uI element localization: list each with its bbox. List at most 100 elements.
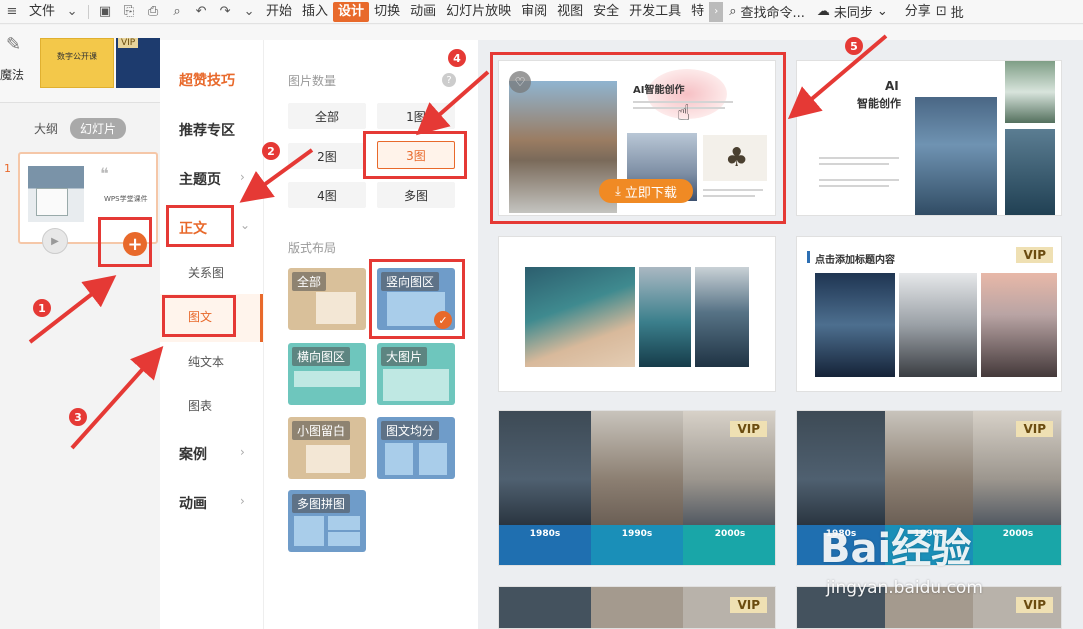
timeline-segment: 1980s xyxy=(499,525,591,565)
selected-indicator xyxy=(260,294,263,342)
file-menu[interactable]: 文件 xyxy=(24,0,60,23)
annotation-number: 2 xyxy=(262,142,280,160)
redo-icon[interactable]: ↷ xyxy=(216,3,234,21)
cloud-icon: ☁ xyxy=(816,4,830,19)
tab-security[interactable]: 安全 xyxy=(588,0,624,23)
highlight-box-image-text xyxy=(162,295,236,337)
theme-thumbnail-2[interactable]: VIP xyxy=(116,38,160,88)
layout-small-whitespace-label: 小图留白 xyxy=(292,421,351,440)
count-4[interactable]: 4图 xyxy=(288,182,366,208)
command-search[interactable]: ⌕ 查找命令... xyxy=(729,2,805,21)
template-card-timeline[interactable]: VIP 1980s 1990s 2000s xyxy=(498,410,776,566)
template-title: 点击添加标题内容 xyxy=(815,255,895,266)
play-icon[interactable]: ▶ xyxy=(42,228,68,254)
chevron-right-icon: › xyxy=(240,445,245,459)
category-cases[interactable]: 案例 xyxy=(179,444,207,464)
text-line xyxy=(819,185,889,187)
timeline-year: 2000s xyxy=(714,529,746,539)
help-icon[interactable]: ? xyxy=(442,73,456,87)
count-1[interactable]: 1图 xyxy=(377,103,455,129)
tab-design[interactable]: 设计 xyxy=(333,1,370,22)
share-button[interactable]: 分享 xyxy=(900,0,936,23)
menu-icon[interactable]: ≡ xyxy=(3,3,21,21)
timeline-segment: 2000s xyxy=(683,525,775,565)
tab-review[interactable]: 审阅 xyxy=(516,0,552,23)
layout-all[interactable]: 全部 xyxy=(288,268,366,330)
tab-start[interactable]: 开始 xyxy=(261,0,297,23)
slides-pane: 大纲 幻灯片 1 ❝ WPS学堂课件 ▶ + xyxy=(0,104,160,629)
template-card-ocean[interactable] xyxy=(498,236,776,392)
magic-button[interactable]: ✎ 魔法 xyxy=(0,30,32,90)
batch-label: 批 xyxy=(950,6,964,21)
category-header: 超赞技巧 xyxy=(179,73,235,89)
timeline-year: 1980s xyxy=(529,529,561,539)
count-all[interactable]: 全部 xyxy=(288,103,366,129)
add-slide-button[interactable]: + xyxy=(123,232,147,256)
tab-special[interactable]: 特 xyxy=(686,0,709,23)
image-count-heading: 图片数量 xyxy=(288,74,337,88)
customize-icon[interactable]: ⌄ xyxy=(240,3,258,21)
count-2[interactable]: 2图 xyxy=(288,143,366,169)
text-line xyxy=(819,157,899,159)
tab-slides[interactable]: 幻灯片 xyxy=(70,118,127,139)
filter-panel: 图片数量 ? 全部 1图 2图 3图 4图 多图 版式布局 全部 竖向图区 ✓ … xyxy=(264,40,478,629)
category-animation[interactable]: 动画 xyxy=(179,493,207,513)
layout-split[interactable]: 图文均分 xyxy=(377,417,455,479)
chevron-right-icon: › xyxy=(240,170,245,184)
template-title-line1: AI xyxy=(885,79,899,93)
baidu-watermark: Bai经验 xyxy=(820,526,972,572)
meeting-image xyxy=(591,587,683,628)
category-chart[interactable]: 图表 xyxy=(188,397,212,414)
sunset-peaks-image xyxy=(981,273,1057,377)
print-preview-icon[interactable]: ⌕ xyxy=(168,3,186,21)
layout-collage[interactable]: 多图拼图 xyxy=(288,490,366,552)
search-icon: ⌕ xyxy=(729,4,737,19)
annotation-number: 1 xyxy=(33,299,51,317)
theme-thumbnail-1[interactable]: 数字公开课 xyxy=(40,38,114,88)
template-grid: ♡ AI智能创作 ♣ ⤓ 立即下载 ☝ AI 智能创作 点击添加标题内容 VIP… xyxy=(478,40,1083,629)
chevron-down-icon: ⌄ xyxy=(876,4,888,19)
meeting-image xyxy=(591,411,683,525)
tab-developer[interactable]: 开发工具 xyxy=(624,0,686,23)
tab-view[interactable]: 视图 xyxy=(552,0,588,23)
timeline-segment: 2000s xyxy=(973,525,1061,565)
more-tabs-icon[interactable]: › xyxy=(709,1,724,22)
template-card-ai-2[interactable]: AI 智能创作 xyxy=(796,60,1062,216)
count-many[interactable]: 多图 xyxy=(377,182,455,208)
layout-small-whitespace[interactable]: 小图留白 xyxy=(288,417,366,479)
tab-slideshow[interactable]: 幻灯片放映 xyxy=(441,0,516,23)
man-laptop-image xyxy=(499,587,591,628)
format-painter-icon[interactable]: ⎘ xyxy=(120,3,138,21)
tab-outline[interactable]: 大纲 xyxy=(34,120,58,137)
template-card-partial[interactable]: VIP xyxy=(498,586,776,629)
layout-big-image[interactable]: 大图片 xyxy=(377,343,455,405)
layout-preview xyxy=(294,371,360,387)
highlight-box-template xyxy=(490,52,786,224)
vip-badge: VIP xyxy=(1016,597,1053,613)
batch-button[interactable]: ⊡ 批 xyxy=(936,2,964,21)
sync-status[interactable]: ☁ 未同步 ⌄ xyxy=(817,2,888,21)
layout-preview xyxy=(306,445,350,473)
highlight-box-count-3 xyxy=(363,131,467,179)
undo-icon[interactable]: ↶ xyxy=(192,3,210,21)
chevron-down-icon[interactable]: ⌄ xyxy=(63,3,81,21)
annotation-number: 4 xyxy=(448,49,466,67)
tab-transition[interactable]: 切换 xyxy=(369,0,405,23)
timeline-segment: 1990s xyxy=(591,525,683,565)
category-recommended[interactable]: 推荐专区 xyxy=(179,120,235,140)
category-relation[interactable]: 关系图 xyxy=(188,264,224,281)
text-line xyxy=(819,179,899,181)
layout-big-image-label: 大图片 xyxy=(381,347,428,366)
layout-heading: 版式布局 xyxy=(288,241,337,255)
template-card-mountains[interactable]: 点击添加标题内容 VIP xyxy=(796,236,1062,392)
tab-animation[interactable]: 动画 xyxy=(405,0,441,23)
tab-insert[interactable]: 插入 xyxy=(297,0,333,23)
save-icon[interactable]: ▣ xyxy=(96,3,114,21)
category-theme-page[interactable]: 主题页 xyxy=(179,169,221,189)
print-icon[interactable]: ⎙ xyxy=(144,3,162,21)
layout-preview xyxy=(294,516,324,546)
sea-image xyxy=(695,267,749,367)
category-plain-text[interactable]: 纯文本 xyxy=(188,353,224,370)
layout-preview xyxy=(316,292,356,324)
layout-horizontal[interactable]: 横向图区 xyxy=(288,343,366,405)
